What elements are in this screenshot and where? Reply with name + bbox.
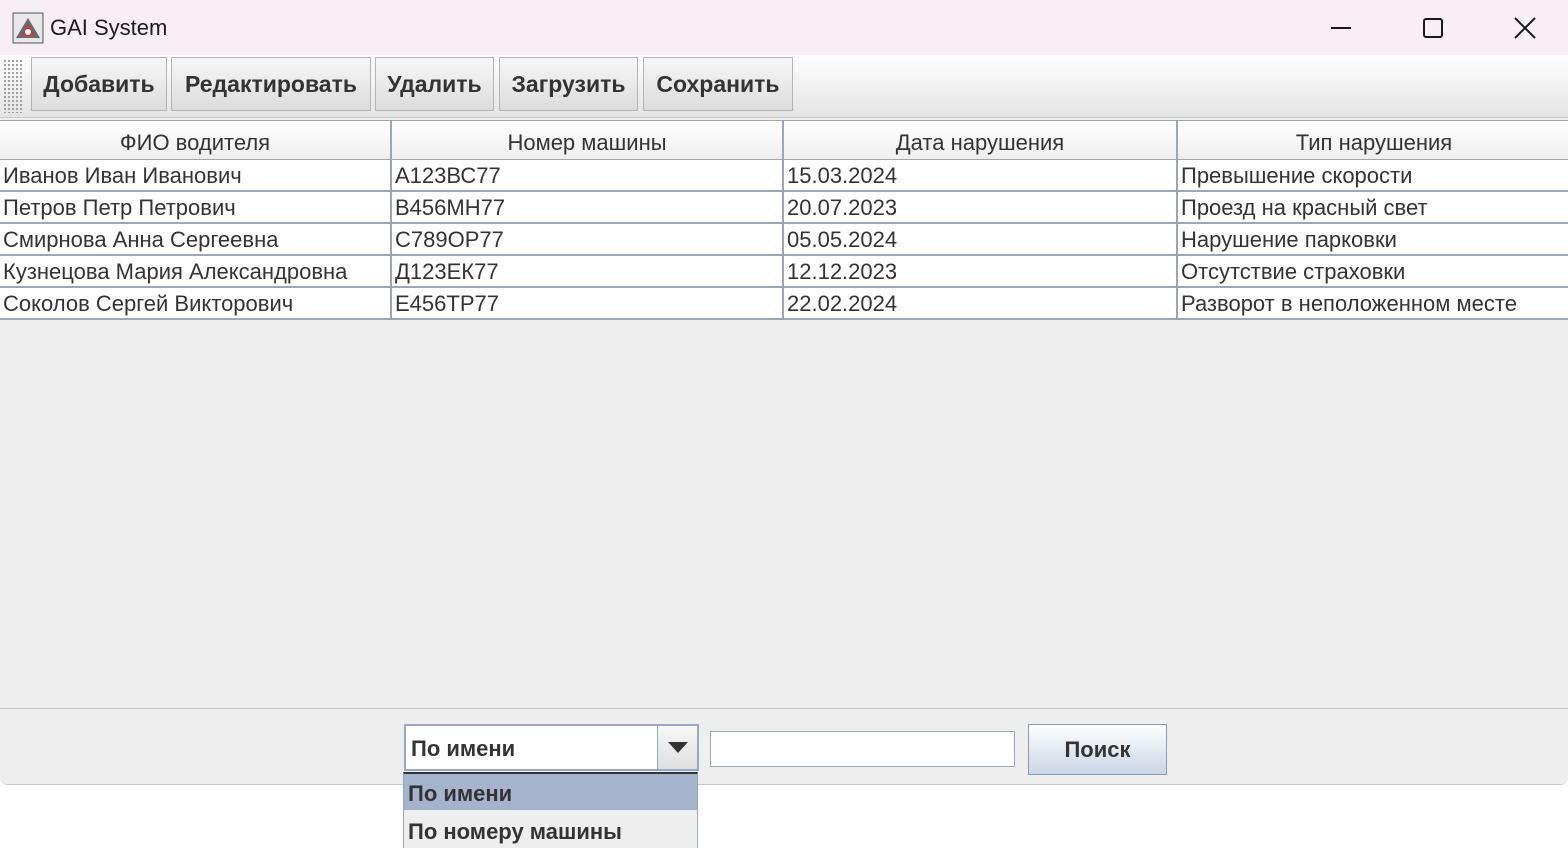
- cell-violation-date[interactable]: 22.02.2024: [784, 288, 1178, 318]
- cell-violation-date[interactable]: 12.12.2023: [784, 256, 1178, 286]
- cell-violation-type[interactable]: Разворот в неположенном месте: [1178, 288, 1568, 318]
- load-button[interactable]: Загрузить: [499, 57, 638, 111]
- maximize-icon: [1423, 17, 1443, 38]
- search-input[interactable]: [710, 731, 1015, 767]
- save-button[interactable]: Сохранить: [643, 57, 793, 111]
- cell-driver[interactable]: Смирнова Анна Сергеевна: [0, 224, 392, 254]
- minimize-icon: [1331, 26, 1351, 29]
- column-header-violation-type[interactable]: Тип нарушения: [1178, 121, 1568, 159]
- maximize-button[interactable]: [1387, 0, 1479, 55]
- table-row[interactable]: Иванов Иван Иванович А123ВС77 15.03.2024…: [0, 160, 1568, 192]
- dropdown-option-by-name[interactable]: По имени: [404, 774, 697, 810]
- close-icon: [1514, 16, 1536, 39]
- add-button[interactable]: Добавить: [31, 57, 167, 111]
- cell-violation-date[interactable]: 20.07.2023: [784, 192, 1178, 222]
- dropdown-option-by-car-number[interactable]: По номеру машины: [404, 812, 697, 848]
- app-window: GAI System Добавить Редактировать Удалит…: [0, 0, 1568, 785]
- toolbar: Добавить Редактировать Удалить Загрузить…: [0, 55, 1568, 118]
- chevron-down-icon: [667, 741, 688, 753]
- cell-violation-type[interactable]: Проезд на красный свет: [1178, 192, 1568, 222]
- table-header: ФИО водителя Номер машины Дата нарушения…: [0, 120, 1568, 160]
- close-button[interactable]: [1479, 0, 1568, 55]
- minimize-button[interactable]: [1295, 0, 1387, 55]
- cell-driver[interactable]: Петров Петр Петрович: [0, 192, 392, 222]
- dropdown-arrow-button[interactable]: [657, 726, 697, 769]
- delete-button[interactable]: Удалить: [375, 57, 494, 111]
- column-header-driver[interactable]: ФИО водителя: [0, 121, 392, 159]
- cell-car-number[interactable]: Д123ЕК77: [392, 256, 784, 286]
- title-bar: GAI System: [0, 0, 1568, 55]
- cell-driver[interactable]: Иванов Иван Иванович: [0, 160, 392, 190]
- cell-car-number[interactable]: А123ВС77: [392, 160, 784, 190]
- column-header-violation-date[interactable]: Дата нарушения: [784, 121, 1178, 159]
- search-mode-select[interactable]: По имени: [404, 724, 699, 771]
- cell-violation-date[interactable]: 15.03.2024: [784, 160, 1178, 190]
- cell-driver[interactable]: Соколов Сергей Викторович: [0, 288, 392, 318]
- search-mode-dropdown-list: По имени По номеру машины: [403, 772, 698, 848]
- cell-car-number[interactable]: В456МН77: [392, 192, 784, 222]
- cell-driver[interactable]: Кузнецова Мария Александровна: [0, 256, 392, 286]
- cell-violation-type[interactable]: Нарушение парковки: [1178, 224, 1568, 254]
- search-mode-value: По имени: [411, 736, 516, 761]
- cell-violation-type[interactable]: Превышение скорости: [1178, 160, 1568, 190]
- search-button[interactable]: Поиск: [1028, 724, 1167, 775]
- table-row[interactable]: Петров Петр Петрович В456МН77 20.07.2023…: [0, 192, 1568, 224]
- window-title: GAI System: [50, 15, 168, 40]
- cell-violation-date[interactable]: 05.05.2024: [784, 224, 1178, 254]
- cell-car-number[interactable]: Е456ТР77: [392, 288, 784, 318]
- toolbar-grip-handle[interactable]: [3, 59, 22, 113]
- cell-car-number[interactable]: С789ОР77: [392, 224, 784, 254]
- column-header-car-number[interactable]: Номер машины: [392, 121, 784, 159]
- cell-violation-type[interactable]: Отсутствие страховки: [1178, 256, 1568, 286]
- java-app-icon: [12, 12, 44, 44]
- edit-button[interactable]: Редактировать: [171, 57, 371, 111]
- search-panel: По имени Поиск: [0, 708, 1568, 784]
- table-row[interactable]: Смирнова Анна Сергеевна С789ОР77 05.05.2…: [0, 224, 1568, 256]
- table-row[interactable]: Соколов Сергей Викторович Е456ТР77 22.02…: [0, 288, 1568, 320]
- table-row[interactable]: Кузнецова Мария Александровна Д123ЕК77 1…: [0, 256, 1568, 288]
